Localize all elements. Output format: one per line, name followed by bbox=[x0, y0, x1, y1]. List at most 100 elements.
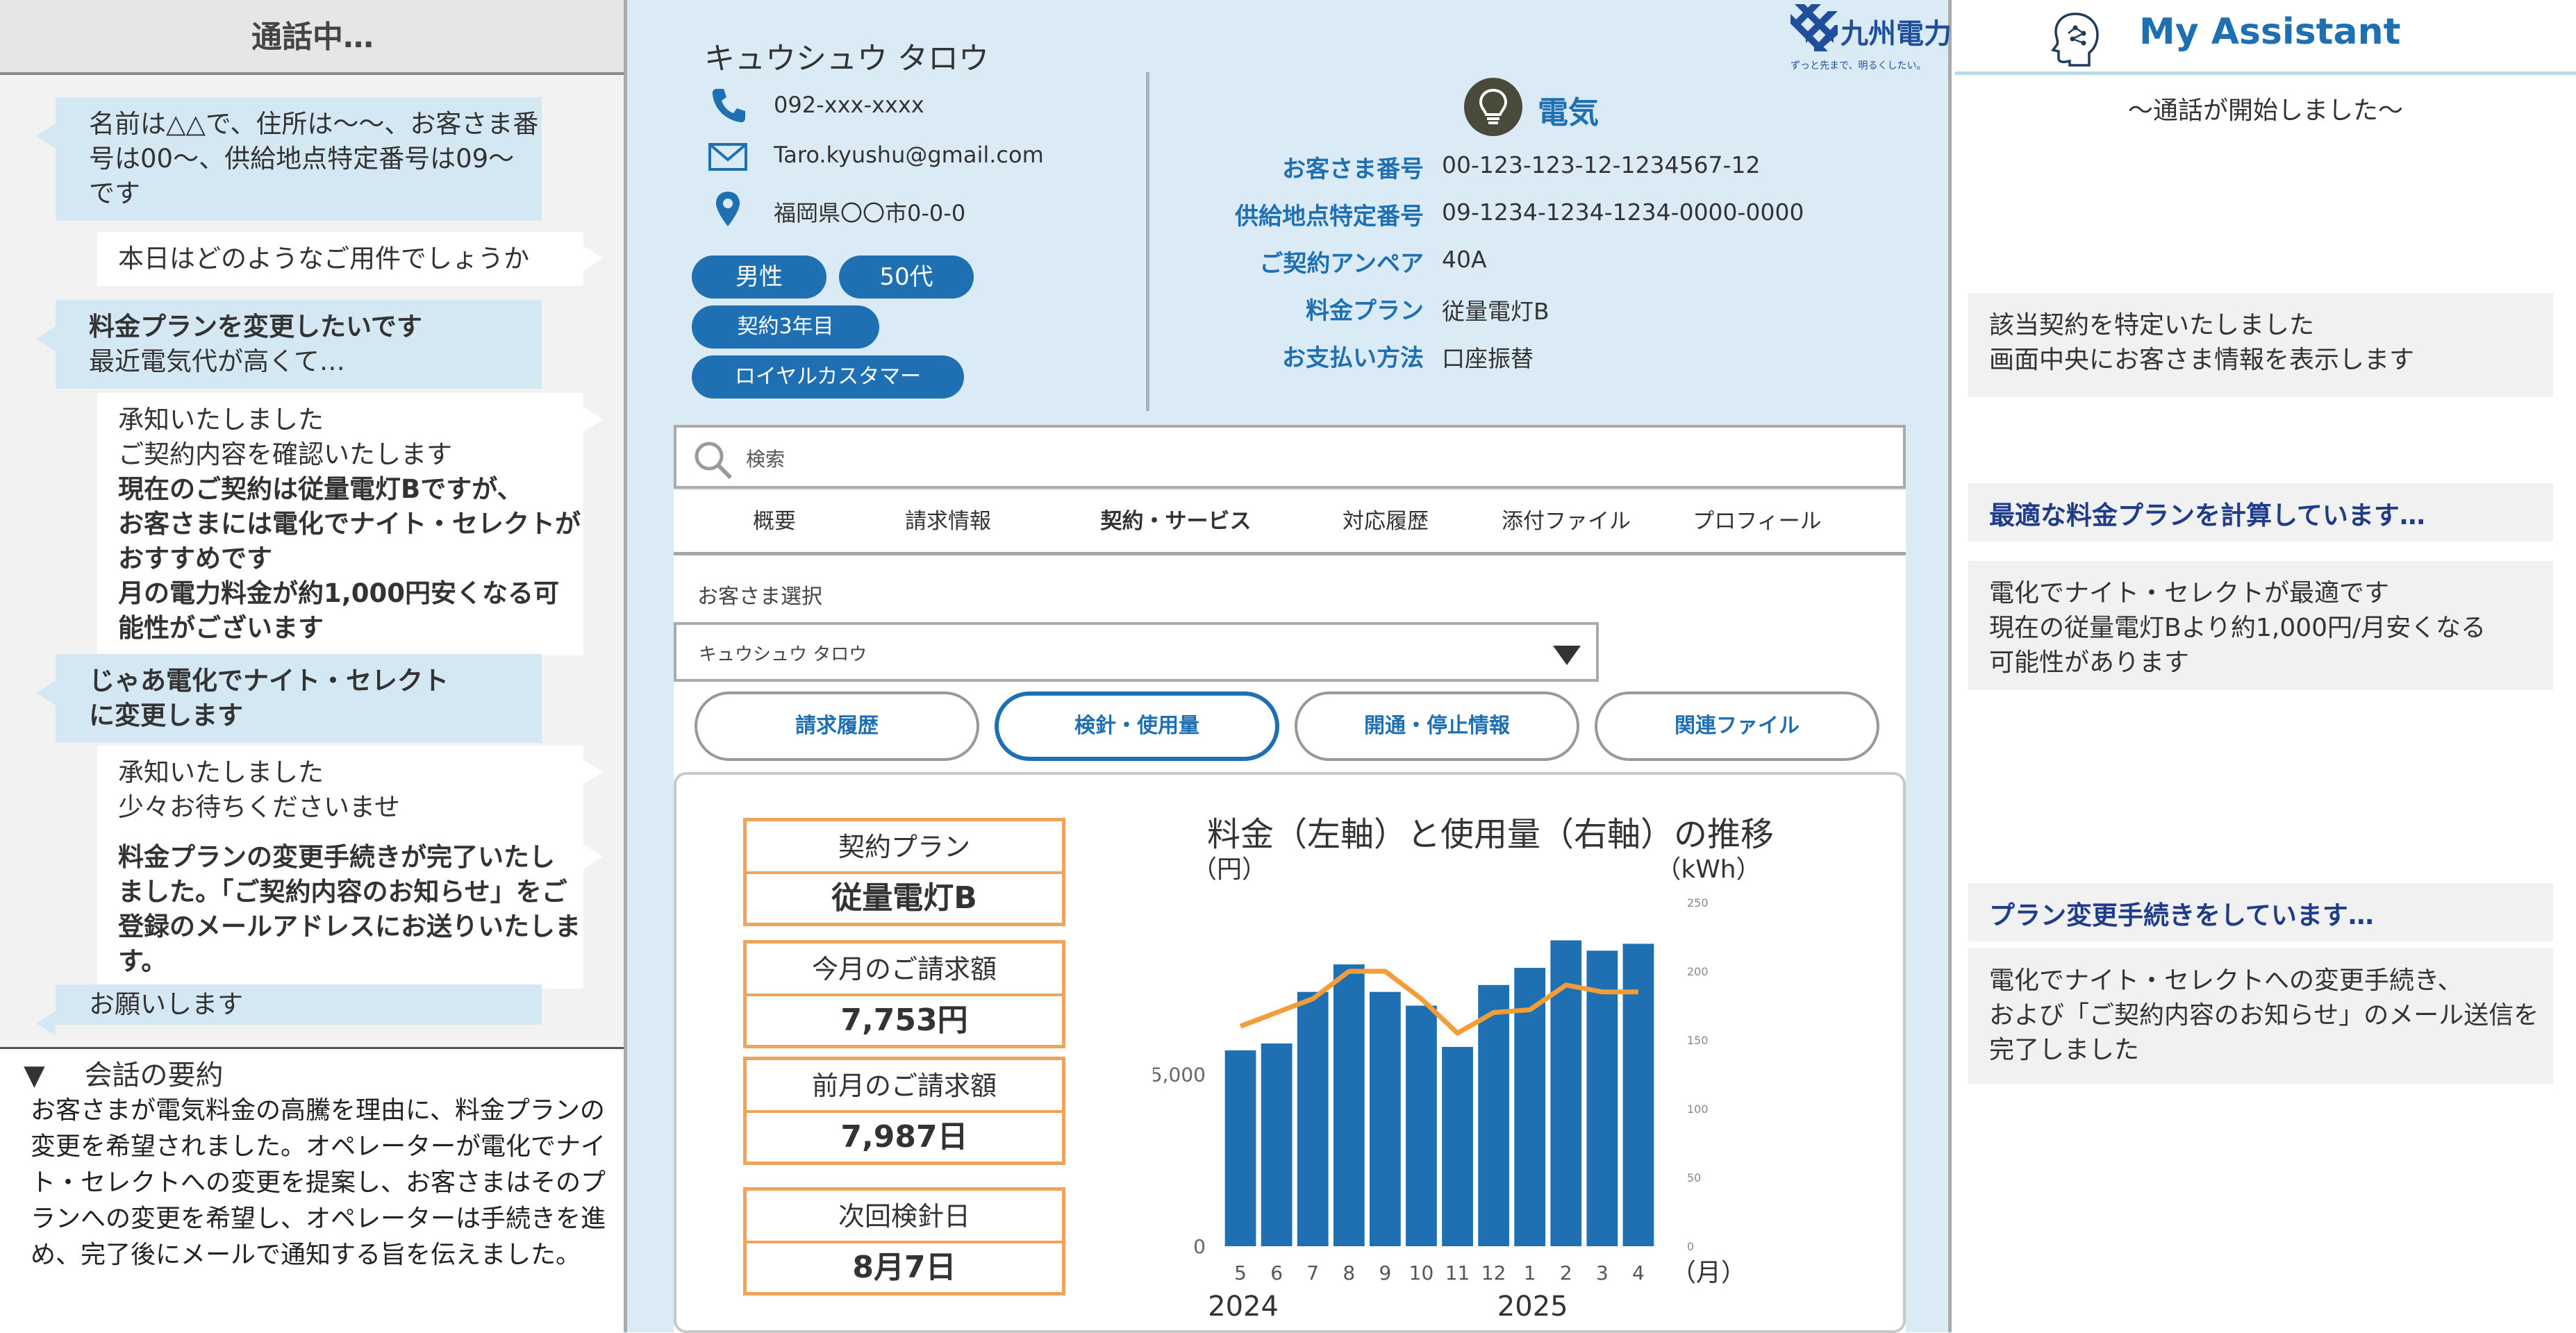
kpi-value: 8月7日 bbox=[852, 1250, 956, 1285]
tab-profile[interactable]: プロフィール bbox=[1653, 490, 1861, 555]
kpi-contract-plan: 契約プラン 従量電灯B bbox=[743, 818, 1065, 926]
search-input[interactable]: 検索 bbox=[746, 444, 785, 472]
kpi-value: 7,753円 bbox=[840, 1003, 968, 1038]
search-box[interactable]: 検索 bbox=[674, 425, 1906, 489]
customer-select-value: キュウシュウ タロウ bbox=[699, 644, 867, 665]
location-pin-icon bbox=[716, 192, 740, 226]
right-tick-label: 250 bbox=[1687, 896, 1709, 909]
customer-select-label: お客さま選択 bbox=[697, 585, 822, 609]
assistant-message: 電化でナイト・セレクトへの変更手続き、 および「ご契約内容のお知らせ」のメール送… bbox=[1968, 948, 2553, 1084]
x-tick-label: 3 bbox=[1596, 1261, 1609, 1284]
customer-message: お願いします bbox=[36, 984, 542, 1036]
field-label: 料金プラン bbox=[1306, 297, 1424, 325]
kpi-value: 従量電灯B bbox=[831, 880, 977, 916]
bar bbox=[1586, 950, 1618, 1246]
tab-billing[interactable]: 請求情報 bbox=[861, 490, 1035, 555]
kpi-next-meter-date: 次回検針日 8月7日 bbox=[743, 1187, 1065, 1296]
operator-message: 本日はどのようなご用件でしょうか bbox=[97, 232, 603, 286]
field-label: お支払い方法 bbox=[1282, 344, 1424, 372]
x-tick-label: 5 bbox=[1234, 1261, 1247, 1284]
tab-overview[interactable]: 概要 bbox=[688, 490, 861, 555]
assistant-title: My Assistant bbox=[2139, 11, 2401, 53]
left-tick-label: 5,000 bbox=[1153, 1064, 1206, 1087]
customer-email: Taro.kyushu@gmail.com bbox=[774, 142, 1044, 168]
bar bbox=[1478, 984, 1510, 1246]
x-tick-label: 11 bbox=[1445, 1261, 1470, 1284]
field-label: お客さま番号 bbox=[1282, 156, 1424, 183]
field-label: ご契約アンペア bbox=[1259, 250, 1424, 278]
supply-point-number: 09-1234-1234-1234-0000-0000 bbox=[1442, 199, 1804, 226]
bar bbox=[1261, 1043, 1293, 1246]
kpi-last-month-bill: 前月のご請求額 7,987日 bbox=[743, 1057, 1065, 1165]
operator-message: 料金プランの変更手続きが完了いたし ました。「ご契約内容のお知らせ」をご 登録の… bbox=[97, 830, 603, 989]
bar bbox=[1622, 944, 1654, 1246]
mail-icon bbox=[708, 143, 747, 171]
tab-attachments[interactable]: 添付ファイル bbox=[1479, 490, 1653, 555]
kpi-label: 契約プラン bbox=[747, 821, 1062, 874]
operator-message: 承知いたしました ご契約内容を確認いたします 現在のご契約は従量電灯Bですが、 … bbox=[97, 393, 603, 655]
x-tick-label: 9 bbox=[1379, 1261, 1391, 1284]
tag-contract-years: 契約3年目 bbox=[692, 305, 879, 349]
kpi-label: 次回検針日 bbox=[747, 1191, 1062, 1243]
kyuden-logo-mark-icon bbox=[1790, 4, 1838, 51]
bar bbox=[1442, 1046, 1473, 1246]
tab-history[interactable]: 対応履歴 bbox=[1299, 490, 1472, 555]
tab-bar: 概要 請求情報 契約・サービス 対応履歴 添付ファイル プロフィール bbox=[674, 490, 1906, 564]
call-start-notice: ～通話が開始しました～ bbox=[2127, 97, 2403, 125]
bar bbox=[1297, 991, 1329, 1246]
x-tick-label: 10 bbox=[1409, 1261, 1434, 1284]
meter-usage-button[interactable]: 検針・使用量 bbox=[995, 691, 1279, 761]
x-tick-label: 2 bbox=[1560, 1261, 1572, 1284]
x-tick-label: 7 bbox=[1306, 1261, 1319, 1284]
brand-name: 九州電力 bbox=[1840, 18, 1952, 50]
customer-number: 00-123-123-12-1234567-12 bbox=[1442, 151, 1761, 178]
x-tick-label: 8 bbox=[1343, 1261, 1355, 1284]
x-tick-label: 6 bbox=[1270, 1261, 1283, 1284]
customer-select-dropdown[interactable]: キュウシュウ タロウ bbox=[674, 622, 1599, 682]
summary-toggle[interactable]: ▼ 会話の要約 bbox=[24, 1053, 223, 1093]
related-files-button[interactable]: 関連ファイル bbox=[1595, 691, 1879, 761]
year-label: 2024 bbox=[1208, 1291, 1279, 1323]
ai-head-icon bbox=[2051, 12, 2099, 67]
kpi-value: 7,987日 bbox=[840, 1119, 968, 1155]
customer-message: 料金プランを変更したいです 最近電気代が高くて… bbox=[36, 300, 542, 389]
contract-ampere: 40A bbox=[1442, 246, 1487, 273]
payment-method: 口座振替 bbox=[1442, 345, 1534, 372]
bar bbox=[1369, 991, 1401, 1246]
customer-phone: 092-xxx-xxxx bbox=[774, 92, 924, 118]
assistant-message: 該当契約を特定いたしました 画面中央にお客さま情報を表示します bbox=[1968, 293, 2553, 397]
kyuden-logo: 九州電力 ずっと先まで、明るくしたい。 bbox=[1790, 4, 1952, 74]
right-tick-label: 200 bbox=[1687, 965, 1709, 978]
x-tick-label: 12 bbox=[1481, 1261, 1506, 1284]
assistant-status: プラン変更手続きをしています… bbox=[1968, 883, 2553, 941]
kpi-this-month-bill: 今月のご請求額 7,753円 bbox=[743, 940, 1065, 1048]
year-label: 2025 bbox=[1497, 1291, 1568, 1323]
rate-plan: 従量電灯B bbox=[1442, 298, 1549, 325]
right-tick-label: 0 bbox=[1687, 1240, 1694, 1253]
bar bbox=[1224, 1050, 1256, 1246]
operator-message: 承知いたしました 少々お待ちくださいませ bbox=[97, 746, 603, 835]
usage-chart: （円） （kWh）05,0000501001502002505 6 7 8 9 10 11 12… bbox=[1153, 855, 1761, 1323]
bar bbox=[1333, 964, 1365, 1246]
tag-loyal-customer: ロイヤルカスタマー bbox=[692, 355, 964, 399]
right-tick-label: 100 bbox=[1687, 1103, 1709, 1116]
right-tick-label: 50 bbox=[1687, 1171, 1701, 1184]
brand-tagline: ずっと先まで、明るくしたい。 bbox=[1790, 60, 1927, 72]
customer-name: キュウシュウ タロウ bbox=[704, 41, 989, 76]
left-axis-unit: （円） bbox=[1192, 855, 1267, 884]
right-axis-unit: （kWh） bbox=[1656, 855, 1761, 884]
customer-address: 福岡県〇〇市0-0-0 bbox=[774, 200, 966, 226]
billing-history-button[interactable]: 請求履歴 bbox=[695, 691, 979, 761]
search-icon bbox=[695, 442, 733, 480]
summary-text: お客さまが電気料金の高騰を理由に、料金プランの変更を希望されました。オペレーター… bbox=[31, 1096, 606, 1269]
x-tick-label: 4 bbox=[1632, 1261, 1645, 1284]
tag-gender: 男性 bbox=[692, 255, 826, 299]
dropdown-arrow-icon bbox=[1553, 646, 1581, 665]
bar bbox=[1406, 1005, 1437, 1246]
service-start-stop-button[interactable]: 開通・停止情報 bbox=[1295, 691, 1579, 761]
field-label: 供給地点特定番号 bbox=[1235, 203, 1424, 230]
x-axis-unit: （月） bbox=[1671, 1259, 1746, 1287]
call-status-header: 通話中… bbox=[0, 0, 625, 75]
tab-contract-service[interactable]: 契約・サービス bbox=[1063, 490, 1289, 564]
kpi-label: 今月のご請求額 bbox=[747, 944, 1062, 996]
